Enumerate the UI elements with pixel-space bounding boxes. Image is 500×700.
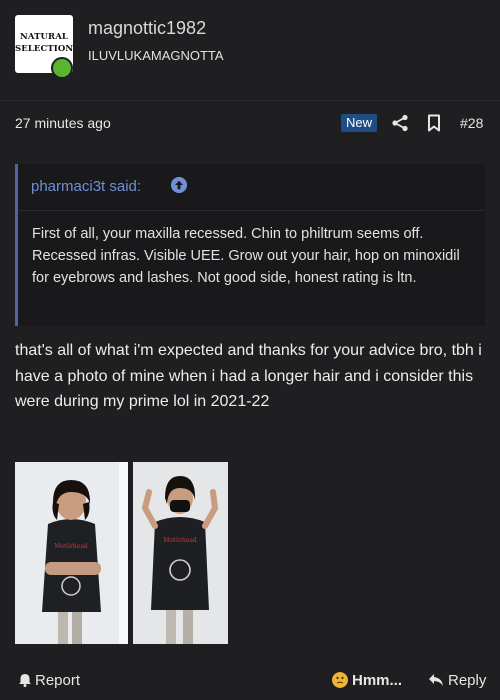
online-status-indicator xyxy=(51,57,73,79)
report-label: Report xyxy=(35,672,81,689)
reply-arrow-icon xyxy=(429,674,443,686)
reply-label: Reply xyxy=(448,672,487,689)
bell-icon xyxy=(19,674,31,687)
bookmark-icon[interactable] xyxy=(426,114,442,132)
svg-text:Motörhead: Motörhead xyxy=(163,537,197,544)
jump-to-quote-icon[interactable] xyxy=(171,177,187,193)
post-footer: Report Hmm... Reply xyxy=(0,660,500,700)
post-meta-bar: 27 minutes ago New #28 xyxy=(0,100,500,146)
report-button[interactable]: Report xyxy=(18,672,80,689)
quote-author-link[interactable]: pharmaci3t said: xyxy=(31,178,141,195)
avatar-logo-line-1: NATURAL xyxy=(20,32,68,42)
svg-text:Motörhead: Motörhead xyxy=(54,543,88,550)
quote-block: pharmaci3t said: First of all, your maxi… xyxy=(15,164,485,326)
new-badge: New xyxy=(341,114,378,132)
user-title: ILUVLUKAMAGNOTTA xyxy=(88,48,224,63)
post-number-link[interactable]: #28 xyxy=(460,115,483,131)
reply-button[interactable]: Reply xyxy=(428,672,486,689)
reaction-label: Hmm... xyxy=(352,672,403,689)
quote-accent-bar xyxy=(15,164,18,326)
avatar-logo-line-2: SELECTION xyxy=(15,44,73,54)
photo-arms-crossed[interactable]: Motörhead xyxy=(15,462,128,644)
quote-divider xyxy=(18,210,485,211)
reaction-button[interactable]: Hmm... xyxy=(332,672,402,689)
photo-hand-signs[interactable]: Motörhead xyxy=(133,462,228,644)
quote-body: First of all, your maxilla recessed. Chi… xyxy=(32,226,460,286)
post-message: that's all of what i'm expected and than… xyxy=(15,342,482,410)
thinking-emoji-icon xyxy=(332,672,348,688)
share-icon[interactable] xyxy=(391,114,409,132)
username-link[interactable]: magnottic1982 xyxy=(88,18,206,39)
post-timestamp[interactable]: 27 minutes ago xyxy=(15,115,111,131)
post-header: NATURAL SELECTION magnottic1982 ILUVLUKA… xyxy=(0,0,500,100)
